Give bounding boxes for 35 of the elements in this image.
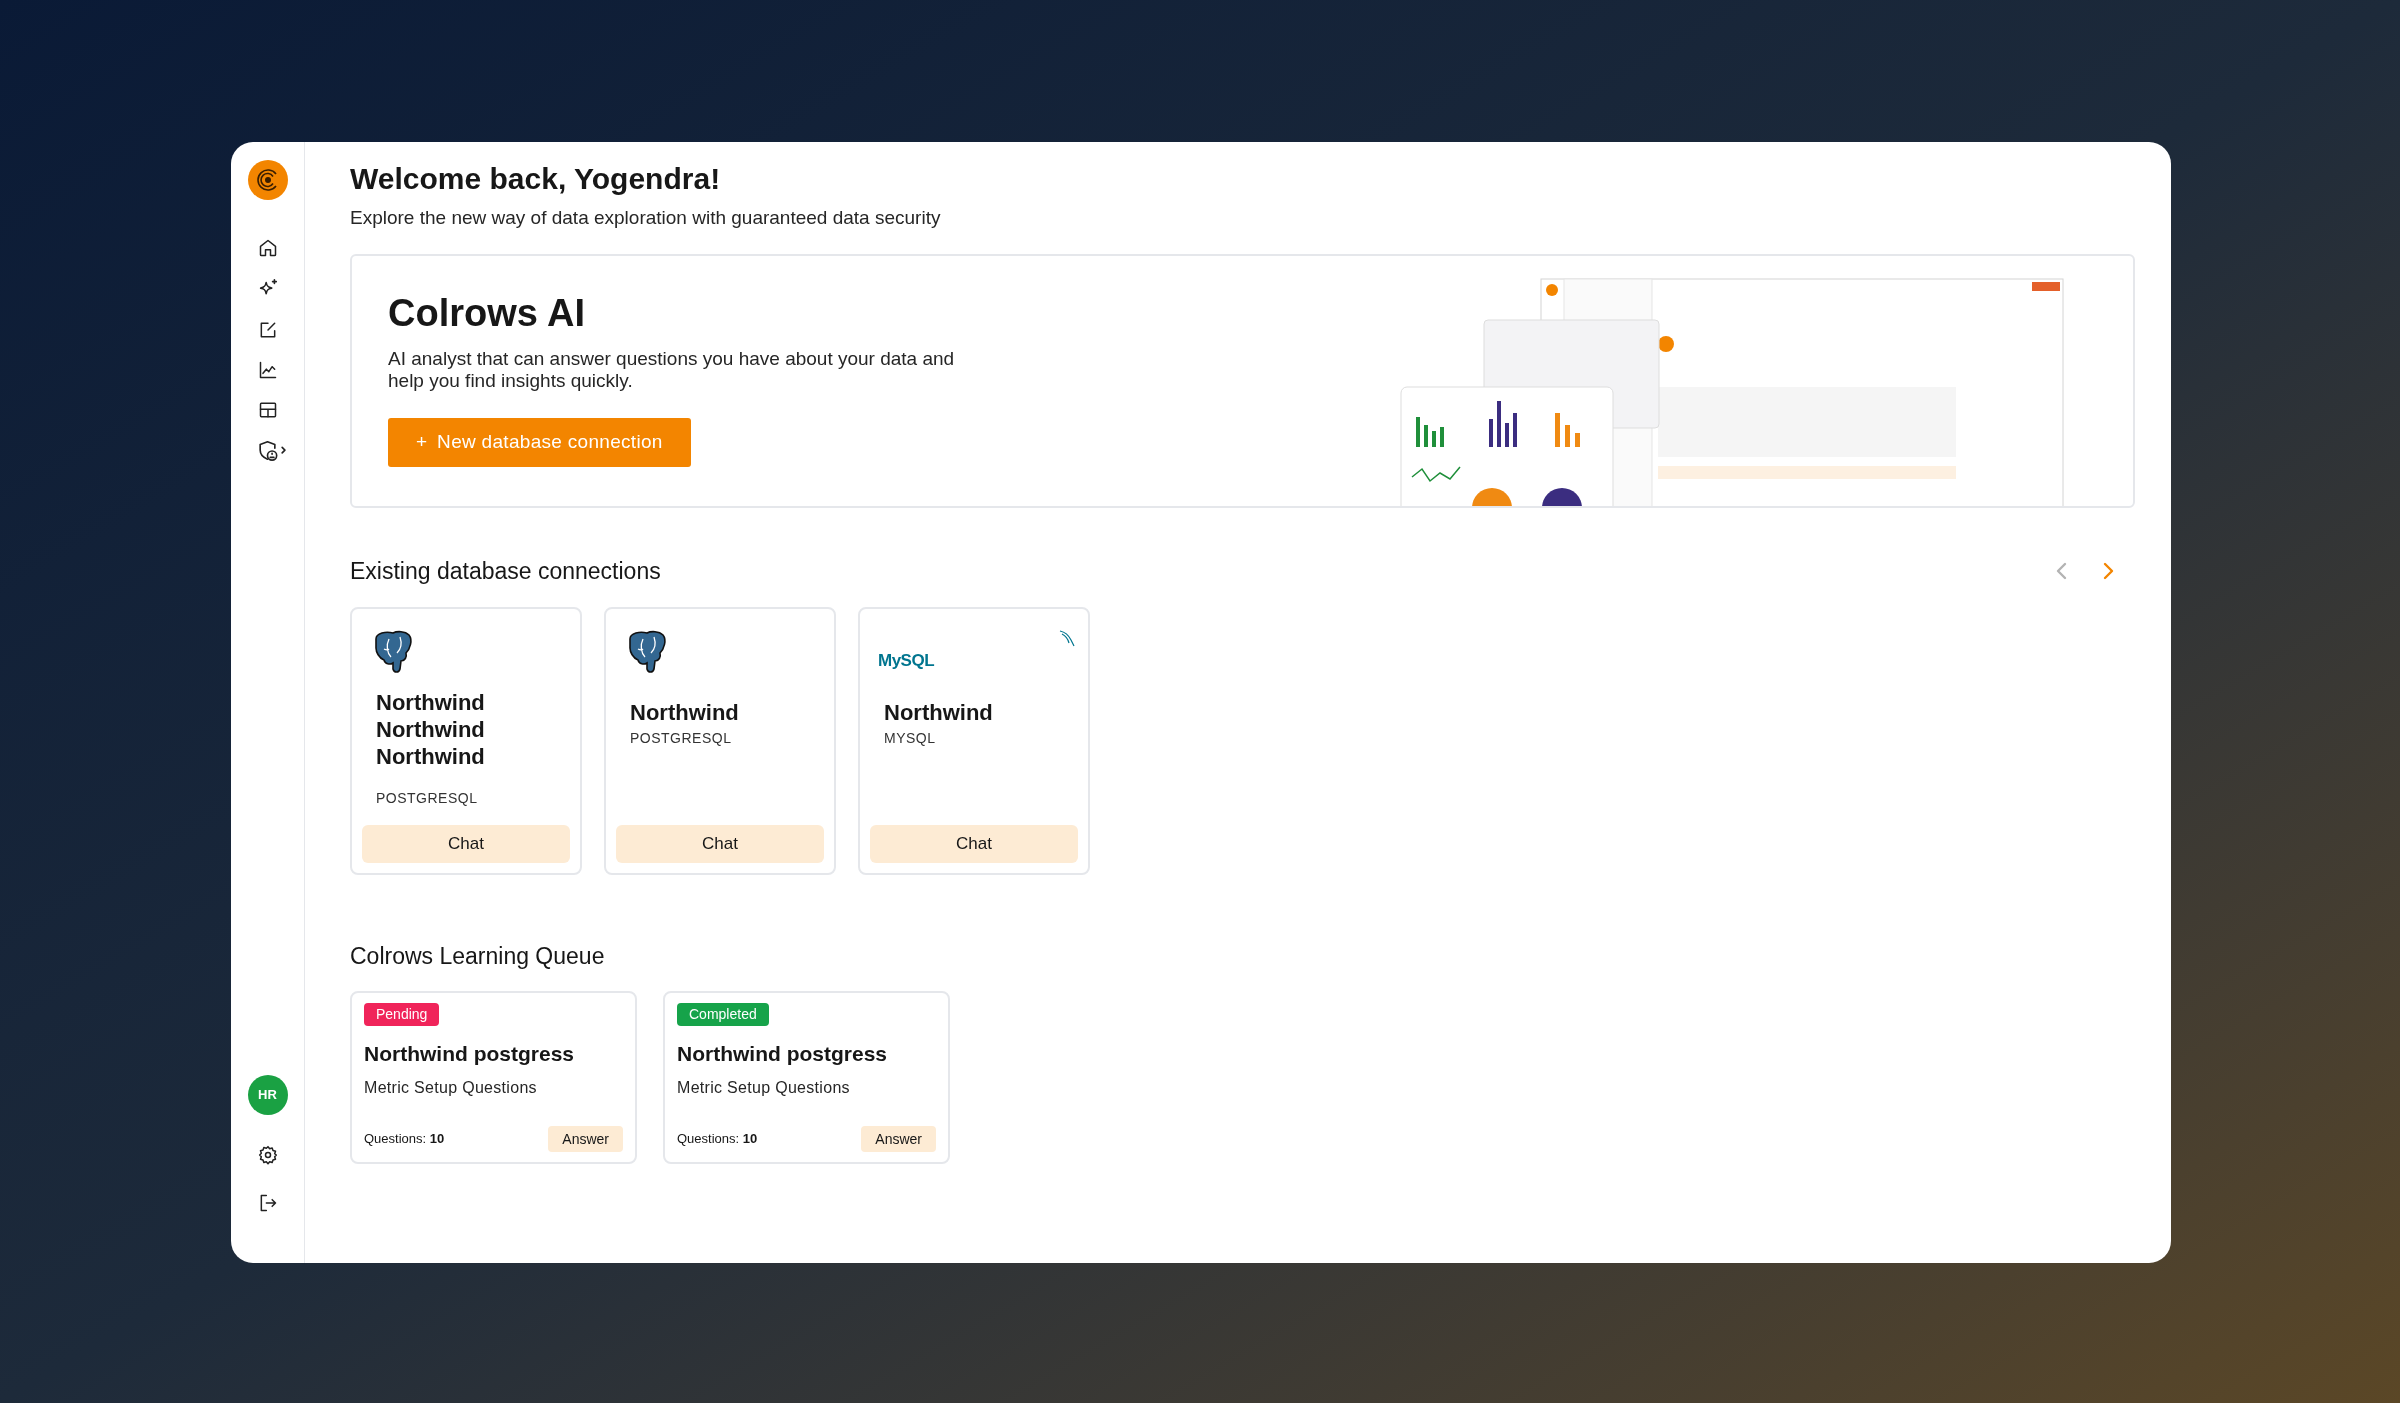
mysql-logo: MySQL	[878, 628, 1078, 675]
question-count: Questions: 10	[364, 1130, 445, 1149]
line-chart-icon[interactable]	[257, 360, 278, 380]
section-title: Existing database connections	[350, 557, 661, 586]
connection-name: Northwind	[884, 698, 994, 726]
queue-subtitle: Metric Setup Questions	[364, 1077, 538, 1098]
connection-type: POSTGRESQL	[376, 788, 479, 808]
question-count: Questions: 10	[677, 1130, 758, 1149]
status-badge: Pending	[364, 1003, 440, 1026]
answer-button[interactable]: Answer	[861, 1126, 936, 1152]
connection-name: Northwind	[630, 698, 740, 726]
connection-card[interactable]: Northwind POSTGRESQL Chat	[604, 606, 836, 875]
section-title: Colrows Learning Queue	[350, 941, 606, 971]
queue-title: Northwind postgress	[364, 1041, 575, 1067]
hero-title: Colrows AI	[388, 291, 587, 336]
logo-icon[interactable]	[247, 160, 288, 200]
connection-type: MYSQL	[884, 728, 937, 748]
queue-subtitle: Metric Setup Questions	[677, 1077, 851, 1098]
layout-icon[interactable]	[257, 400, 278, 420]
connection-name: Northwind Northwind Northwind	[376, 688, 486, 770]
queue-title: Northwind postgress	[677, 1041, 888, 1067]
settings-icon[interactable]	[257, 1145, 278, 1165]
hero-description: AI analyst that can answer questions you have about your data and help you find insights quickly.	[388, 347, 956, 392]
chat-button[interactable]: Chat	[870, 824, 1078, 863]
connection-card[interactable]: Northwind Northwind Northwind POSTGRESQL Chat	[350, 606, 582, 875]
status-badge: Completed	[677, 1003, 769, 1026]
page-title: Welcome back, Yogendra!	[350, 161, 722, 197]
answer-button[interactable]: Answer	[548, 1126, 623, 1152]
connection-card[interactable]: MySQL Northwind MYSQL Chat	[858, 606, 1090, 875]
home-icon[interactable]	[257, 238, 278, 258]
page-subtitle: Explore the new way of data exploration with guaranteed data security	[350, 205, 942, 230]
chat-button[interactable]: Chat	[616, 824, 824, 863]
chevron-right-icon[interactable]	[2102, 561, 2114, 582]
connection-type: POSTGRESQL	[630, 728, 733, 748]
chat-button[interactable]: Chat	[362, 824, 570, 863]
